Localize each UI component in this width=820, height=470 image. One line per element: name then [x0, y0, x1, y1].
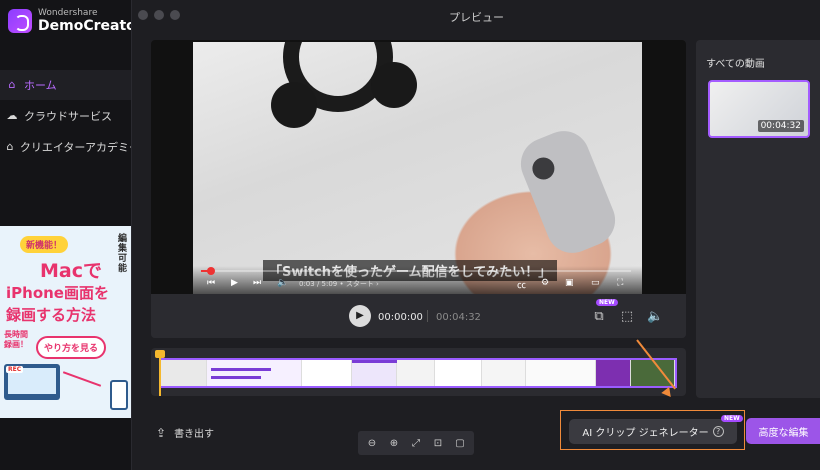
export-button[interactable]: ⇪ 書き出す [156, 425, 215, 441]
skip-back-icon[interactable]: ⏮ [207, 278, 215, 288]
advanced-edit-button[interactable]: 高度な編集 [746, 418, 820, 444]
promo-line-2: iPhone画面を [6, 284, 109, 302]
promo-banner[interactable]: 新機能！ 編集可能 Macで iPhone画面を 録画する方法 長時間録画！ や… [0, 226, 132, 418]
brand-name: Wondershare [38, 8, 98, 18]
gallery-video-thumbnail[interactable]: 00:04:32 [708, 80, 810, 138]
marker-icon[interactable]: ⊡ [430, 438, 446, 449]
promo-line-1: Macで [40, 260, 102, 282]
promo-badge: 新機能！ [20, 236, 69, 253]
sidebar-item-cloud[interactable]: ☁ クラウドサービス [0, 101, 140, 131]
volume-icon[interactable]: 🔈 [277, 278, 288, 288]
sidebar: Wondershare DemoCreator ⌂ ホーム ☁ クラウドサービス… [0, 0, 143, 470]
export-icon: ⇪ [156, 425, 167, 440]
total-time: 00:04:32 [436, 312, 481, 323]
promo-line-3: 録画する方法 [6, 306, 97, 324]
fullscreen-icon[interactable]: ⛶ [617, 278, 623, 288]
arrow-icon [62, 371, 102, 387]
thumbnail-duration: 00:04:32 [757, 120, 804, 132]
timeline-clip[interactable] [159, 358, 677, 388]
cloud-icon: ☁ [6, 109, 18, 122]
crop-icon[interactable]: ⬚ [619, 309, 635, 324]
theater-mode-icon[interactable]: ▭ [591, 278, 600, 288]
current-time: 00:00:00 [378, 312, 423, 323]
promo-side-text: 編集可能 [118, 234, 128, 274]
sidebar-item-label: ホーム [24, 79, 57, 92]
modal-title: プレビュー [449, 11, 504, 24]
player-controls: ▶ 00:00:00 00:04:32 NEW ⧉ ⬚ 🔈 [151, 294, 686, 338]
preview-panel: 「Switchを使ったゲーム配信をしてみたい！」 ⏮ ▶ ⏭ 🔈 0:03 / … [151, 40, 686, 338]
sidebar-item-label: クリエイターアカデミー [19, 141, 140, 154]
ai-clip-label: AI クリップ ジェネレーター [582, 428, 709, 439]
ai-caption-icon[interactable]: ⧉ [591, 309, 607, 324]
video-player[interactable]: 「Switchを使ったゲーム配信をしてみたい！」 ⏮ ▶ ⏭ 🔈 0:03 / … [151, 40, 686, 294]
video-frame [193, 42, 642, 294]
playhead[interactable] [155, 350, 165, 396]
embedded-progress-bar[interactable] [201, 267, 631, 275]
zoom-out-icon[interactable]: ⊖ [364, 438, 380, 449]
ai-clip-generator-button[interactable]: AI クリップ ジェネレーター ? [569, 419, 737, 444]
play-button[interactable]: ▶ [349, 305, 371, 327]
promo-time-text: 長時間録画！ [4, 330, 28, 349]
home-icon: ⌂ [8, 78, 16, 91]
promo-howto-button[interactable]: やり方を見る [36, 336, 107, 359]
miniplayer-icon[interactable]: ▣ [565, 278, 574, 288]
graduation-cap-icon: ⌂ [6, 140, 14, 153]
video-gallery: すべての動画 00:04:32 [696, 40, 820, 398]
embedded-player-bar: ⏮ ▶ ⏭ 🔈 0:03 / 5:09 • スタート › ㏄ ⚙ ▣ ▭ ⛶ [193, 266, 642, 294]
advanced-edit-label: 高度な編集 [758, 427, 809, 439]
comment-icon[interactable]: ▢ [452, 438, 468, 449]
settings-gear-icon[interactable]: ⚙ [541, 278, 549, 288]
preview-modal: プレビュー 「Switchを使ったゲーム配信をしてみたい！」 ⏮ ▶ ⏭ [131, 0, 820, 470]
new-badge: NEW [596, 299, 618, 306]
captions-icon[interactable]: ㏄ [517, 278, 526, 291]
embedded-time: 0:03 / 5:09 • スタート › [299, 280, 379, 288]
app-logo: Wondershare DemoCreator [8, 8, 143, 34]
product-name: DemoCreator [38, 18, 143, 34]
gallery-title: すべての動画 [706, 59, 765, 70]
sidebar-item-label: クラウドサービス [24, 110, 112, 123]
democreator-logo-icon [8, 9, 32, 33]
export-label: 書き出す [174, 429, 215, 440]
zoom-in-icon[interactable]: ⊕ [386, 438, 402, 449]
phone-icon [110, 380, 128, 410]
ai-new-badge: NEW [721, 415, 743, 422]
skip-forward-icon[interactable]: ⏭ [253, 278, 261, 288]
app-window: Wondershare DemoCreator ⌂ ホーム ☁ クラウドサービス… [0, 0, 820, 470]
rec-label: REC [6, 366, 24, 373]
timeline-strip[interactable] [151, 348, 686, 396]
embedded-play-icon[interactable]: ▶ [231, 278, 238, 288]
help-icon[interactable]: ? [712, 426, 724, 437]
fit-icon[interactable]: ⤢ [408, 438, 424, 449]
sidebar-item-home[interactable]: ⌂ ホーム [0, 70, 140, 100]
speaker-icon[interactable]: 🔈 [647, 309, 663, 324]
sidebar-item-academy[interactable]: ⌂ クリエイターアカデミー [0, 132, 140, 162]
zoom-toolbar: ⊖ ⊕ ⤢ ⊡ ▢ [358, 431, 474, 455]
